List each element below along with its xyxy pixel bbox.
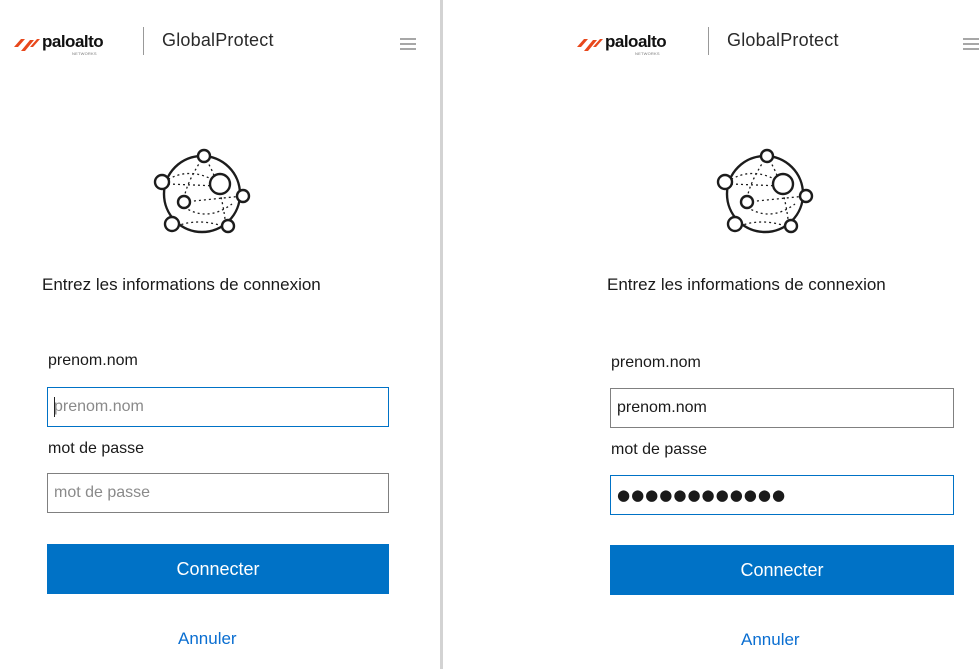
- password-label: mot de passe: [48, 440, 145, 457]
- paloalto-logo-icon: [14, 39, 40, 51]
- cancel-link[interactable]: Annuler: [741, 630, 800, 650]
- paloalto-logo: paloalto NETWORKS: [12, 31, 104, 56]
- logo-text: paloalto NETWORKS: [42, 32, 104, 56]
- password-input[interactable]: [610, 475, 954, 515]
- username-input[interactable]: [610, 388, 954, 428]
- username-label: prenom.nom: [611, 354, 701, 371]
- paloalto-logo-icon: [577, 39, 603, 51]
- login-panel-right: paloalto NETWORKS GlobalProtect Entrez l…: [447, 0, 980, 669]
- paloalto-logo: paloalto NETWORKS: [575, 31, 667, 56]
- password-input[interactable]: [47, 473, 389, 513]
- connect-button[interactable]: Connecter: [610, 545, 954, 595]
- product-name: GlobalProtect: [727, 30, 839, 50]
- app-header: paloalto NETWORKS GlobalProtect: [0, 27, 437, 63]
- panel-divider: [440, 0, 443, 669]
- username-input[interactable]: [47, 387, 389, 427]
- password-label: mot de passe: [611, 441, 708, 458]
- hamburger-menu-icon[interactable]: [963, 38, 979, 52]
- login-prompt: Entrez les informations de connexion: [607, 275, 886, 294]
- login-panel-left: paloalto NETWORKS GlobalProtect Entrez l…: [0, 0, 437, 669]
- header-separator: [143, 27, 144, 55]
- username-label: prenom.nom: [48, 352, 138, 369]
- globe-network-icon: [153, 148, 251, 234]
- logo-text: paloalto NETWORKS: [605, 32, 667, 56]
- header-separator: [708, 27, 709, 55]
- app-header: paloalto NETWORKS GlobalProtect: [447, 27, 980, 63]
- globe-network-icon: [716, 148, 814, 234]
- text-caret: [54, 397, 55, 417]
- hamburger-menu-icon[interactable]: [400, 38, 416, 52]
- connect-button[interactable]: Connecter: [47, 544, 389, 594]
- cancel-link[interactable]: Annuler: [178, 629, 237, 649]
- login-prompt: Entrez les informations de connexion: [42, 275, 321, 294]
- product-name: GlobalProtect: [162, 30, 274, 50]
